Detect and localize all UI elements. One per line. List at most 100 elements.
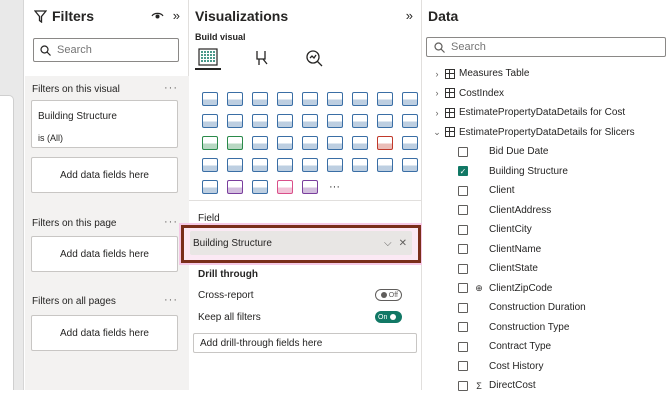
scatter-chart-icon[interactable] [322, 110, 347, 132]
data-field-row[interactable]: ClientAddress [422, 201, 670, 221]
field-checkbox[interactable] [458, 322, 468, 333]
cross-report-toggle[interactable]: Off [375, 289, 402, 301]
field-checkbox[interactable] [458, 283, 468, 294]
field-checkbox[interactable] [458, 302, 468, 313]
treemap-icon[interactable] [397, 110, 422, 132]
data-search-input[interactable] [451, 41, 551, 53]
azure-map-icon[interactable] [272, 132, 297, 154]
chevron-right-icon[interactable]: › [431, 69, 443, 79]
format-visual-tab[interactable] [249, 46, 275, 70]
power-apps-icon[interactable] [222, 176, 247, 198]
data-field-row[interactable]: ClientName [422, 240, 670, 260]
pie-chart-icon[interactable] [347, 110, 372, 132]
slicer-icon[interactable] [397, 132, 422, 154]
field-checkbox[interactable] [458, 224, 468, 235]
data-field-row[interactable]: ClientCity [422, 220, 670, 240]
filters-search-input[interactable] [57, 44, 157, 56]
funnel-chart-icon[interactable] [297, 110, 322, 132]
line-chart-icon[interactable] [347, 88, 372, 110]
more-visuals-icon[interactable]: ··· [322, 176, 347, 198]
field-checkbox[interactable] [458, 361, 468, 372]
filled-map-icon[interactable] [222, 132, 247, 154]
table-icon[interactable] [197, 154, 222, 176]
eye-icon[interactable] [151, 11, 164, 21]
field-well-building-structure[interactable]: Building Structure ⌵ ✕ [190, 231, 412, 255]
100-column-chart-icon[interactable] [322, 88, 347, 110]
data-field-row[interactable]: ✓ Building Structure [422, 162, 670, 182]
narrative-icon[interactable] [372, 154, 397, 176]
data-field-row[interactable]: ⊕ ClientZipCode [422, 279, 670, 299]
field-checkbox[interactable] [458, 185, 468, 196]
data-field-row[interactable]: ClientState [422, 259, 670, 279]
field-checkbox[interactable] [458, 146, 468, 157]
waterfall-chart-icon[interactable] [272, 110, 297, 132]
donut-chart-icon[interactable] [372, 110, 397, 132]
clustered-bar-chart-icon[interactable] [247, 88, 272, 110]
clustered-column-chart-icon[interactable] [272, 88, 297, 110]
clustered-bar-chart-icon-glyph [251, 92, 268, 106]
qa-icon[interactable] [347, 154, 372, 176]
field-checkbox[interactable] [458, 341, 468, 352]
goals-icon[interactable] [397, 154, 422, 176]
analytics-tab[interactable] [301, 46, 327, 70]
keep-all-filters-toggle[interactable]: On [375, 311, 402, 323]
more-options-icon[interactable]: ··· [164, 82, 178, 94]
field-checkbox[interactable] [458, 244, 468, 255]
card-icon[interactable] [322, 132, 347, 154]
stacked-area-chart-icon[interactable] [397, 88, 422, 110]
field-checkbox[interactable] [458, 205, 468, 216]
r-visual-icon[interactable] [247, 154, 272, 176]
chevron-right-icon[interactable]: › [431, 108, 443, 118]
filter-card-building-structure[interactable]: Building Structure is (All) [31, 100, 178, 148]
shape-map-icon[interactable] [247, 132, 272, 154]
add-page-filter-fields[interactable]: Add data fields here [31, 236, 178, 272]
chevron-right-icon[interactable]: › [431, 88, 443, 98]
stacked-bar-chart-icon[interactable] [197, 88, 222, 110]
data-table-row[interactable]: ⌄ EstimatePropertyDataDetails for Slicers [422, 123, 670, 143]
data-field-row[interactable]: Cost History [422, 357, 670, 377]
data-field-row[interactable]: Client [422, 181, 670, 201]
kpi-icon[interactable] [372, 132, 397, 154]
line-clustered-column-icon[interactable] [222, 110, 247, 132]
data-field-row[interactable]: Contract Type [422, 337, 670, 357]
collapse-visualizations-icon[interactable]: » [406, 8, 413, 23]
field-checkbox[interactable] [458, 380, 468, 391]
build-visual-tab[interactable] [195, 46, 221, 70]
matrix-icon[interactable] [222, 154, 247, 176]
decomposition-tree-icon[interactable] [322, 154, 347, 176]
paginated-report-icon[interactable] [197, 176, 222, 198]
line-stacked-column-icon[interactable] [197, 110, 222, 132]
diamond-visual-icon[interactable] [297, 176, 322, 198]
data-search-box[interactable] [426, 37, 666, 57]
data-table-row[interactable]: › EstimatePropertyDataDetails for Cost [422, 103, 670, 123]
add-visual-filter-fields[interactable]: Add data fields here [31, 157, 178, 193]
map-icon[interactable] [197, 132, 222, 154]
ribbon-chart-icon[interactable] [247, 110, 272, 132]
area-chart-icon[interactable] [372, 88, 397, 110]
more-options-icon[interactable]: ··· [164, 294, 178, 306]
field-checkbox[interactable] [458, 263, 468, 274]
key-influencers-icon[interactable] [297, 154, 322, 176]
python-visual-icon[interactable] [272, 154, 297, 176]
metrics-icon[interactable] [272, 176, 297, 198]
data-table-row[interactable]: › CostIndex [422, 84, 670, 104]
add-drill-through-fields[interactable]: Add drill-through fields here [193, 333, 417, 353]
chevron-down-icon[interactable]: ⌄ [431, 127, 443, 138]
more-options-icon[interactable]: ··· [164, 216, 178, 228]
chevron-down-icon[interactable]: ⌵ [384, 238, 392, 249]
gauge-icon[interactable] [297, 132, 322, 154]
100-bar-chart-icon[interactable] [297, 88, 322, 110]
add-all-pages-filter-fields[interactable]: Add data fields here [31, 315, 178, 351]
data-field-row[interactable]: Bid Due Date [422, 142, 670, 162]
collapse-filters-icon[interactable]: » [173, 8, 180, 23]
data-table-row[interactable]: › Measures Table [422, 64, 670, 84]
power-automate-icon[interactable] [247, 176, 272, 198]
multi-row-card-icon[interactable] [347, 132, 372, 154]
stacked-column-chart-icon[interactable] [222, 88, 247, 110]
data-field-row[interactable]: Construction Duration [422, 298, 670, 318]
field-checkbox[interactable]: ✓ [458, 166, 468, 177]
data-field-row[interactable]: Σ DirectCost [422, 376, 670, 396]
data-field-row[interactable]: Construction Type [422, 318, 670, 338]
filters-search-box[interactable] [33, 38, 179, 62]
close-icon[interactable]: ✕ [399, 238, 407, 249]
